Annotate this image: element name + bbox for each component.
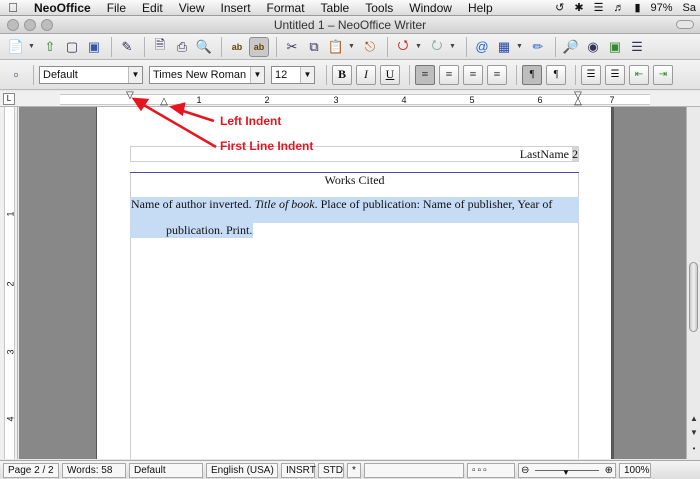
left-indent-annotation: Left Indent <box>220 114 282 128</box>
first-line-indent-annotation: First Line Indent <box>220 139 314 153</box>
first-line-indent-arrowhead <box>131 97 150 112</box>
left-indent-arrow <box>179 108 215 123</box>
annotation-arrows <box>131 97 217 149</box>
left-indent-arrowhead <box>169 102 186 117</box>
